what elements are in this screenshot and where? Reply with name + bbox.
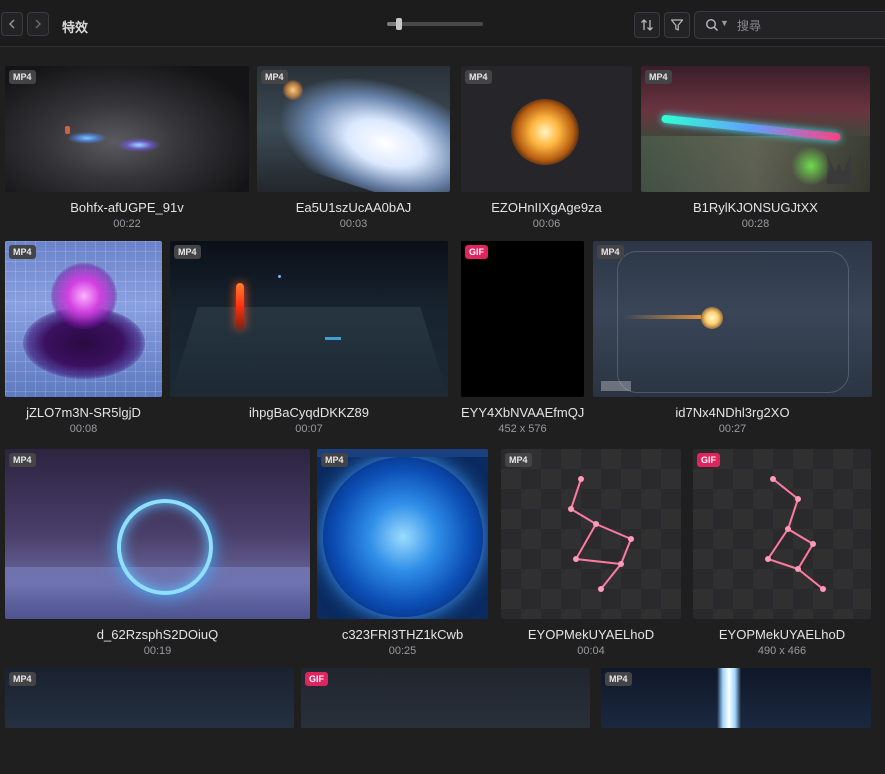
media-thumbnail[interactable] <box>317 449 488 619</box>
format-badge: MP4 <box>505 453 532 467</box>
media-filename: id7Nx4NDhl3rg2XO <box>675 405 790 420</box>
format-badge: MP4 <box>597 245 624 259</box>
search-icon <box>705 18 719 32</box>
format-badge: MP4 <box>605 672 632 686</box>
media-thumbnail[interactable] <box>641 66 870 192</box>
media-card[interactable]: MP4 id7Nx4NDhl3rg2XO 00:27 <box>593 241 872 443</box>
media-card[interactable]: GIF EYOPMekUYAELhoD 490 x 466 <box>693 449 871 665</box>
media-thumbnail[interactable] <box>257 66 450 192</box>
format-badge: MP4 <box>9 245 36 259</box>
media-filename: EZOHnIIXgAge9za <box>491 200 602 215</box>
media-thumbnail[interactable] <box>301 668 590 728</box>
media-thumbnail[interactable] <box>601 668 871 728</box>
media-card[interactable]: MP4 Ea5U1szUcAA0bAJ 00:03 <box>257 66 450 238</box>
media-duration: 00:19 <box>143 645 172 657</box>
format-badge: MP4 <box>9 453 36 467</box>
format-badge: GIF <box>465 245 488 259</box>
media-thumbnail[interactable] <box>593 241 872 397</box>
media-card[interactable]: MP4 <box>601 668 871 774</box>
media-thumbnail[interactable] <box>5 449 310 619</box>
format-badge: MP4 <box>645 70 672 84</box>
media-card[interactable]: MP4 EYOPMekUYAELhoD 00:04 <box>501 449 681 665</box>
chevron-down-icon[interactable]: ▼ <box>720 18 729 28</box>
format-badge: MP4 <box>465 70 492 84</box>
toolbar: 特效 ▼ <box>0 0 885 47</box>
chevron-left-icon <box>9 19 15 29</box>
media-duration: 00:07 <box>295 423 323 435</box>
media-thumbnail[interactable] <box>5 66 249 192</box>
media-thumbnail[interactable] <box>5 668 294 728</box>
media-card[interactable]: MP4 jZLO7m3N-SR5lgjD 00:08 <box>5 241 162 443</box>
media-thumbnail[interactable] <box>5 241 162 397</box>
media-card[interactable]: GIF EYY4XbNVAAEfmQJ 452 x 576 <box>461 241 584 443</box>
media-card[interactable]: MP4 Bohfx-afUGPE_91v 00:22 <box>5 66 249 238</box>
format-badge: GIF <box>305 672 328 686</box>
sort-icon <box>641 19 653 31</box>
media-filename: ihpgBaCyqdDKKZ89 <box>249 405 369 420</box>
filter-button[interactable] <box>664 12 690 38</box>
format-badge: MP4 <box>261 70 288 84</box>
media-thumbnail[interactable] <box>501 449 681 619</box>
media-duration: 00:22 <box>113 218 141 230</box>
media-filename: B1RylKJONSUGJtXX <box>693 200 818 215</box>
media-duration: 00:08 <box>69 423 98 435</box>
search-box[interactable]: ▼ <box>694 11 885 39</box>
forward-button[interactable] <box>27 12 49 36</box>
format-badge: MP4 <box>9 70 36 84</box>
zoom-slider-thumb[interactable] <box>396 18 403 30</box>
chevron-right-icon <box>35 19 41 29</box>
sort-button[interactable] <box>634 12 660 38</box>
media-filename: EYOPMekUYAELhoD <box>527 627 655 642</box>
media-duration: 490 x 466 <box>757 645 807 657</box>
zoom-slider[interactable] <box>387 18 483 30</box>
media-duration: 00:03 <box>339 218 368 230</box>
media-thumbnail[interactable] <box>461 66 632 192</box>
media-duration: 452 x 576 <box>498 423 547 435</box>
media-filename: Bohfx-afUGPE_91v <box>70 200 184 215</box>
media-thumbnail[interactable] <box>461 241 584 397</box>
media-card[interactable]: MP4 <box>5 668 294 774</box>
media-duration: 00:27 <box>718 423 747 435</box>
media-card[interactable]: MP4 d_62RzsphS2DOiuQ 00:19 <box>5 449 310 665</box>
media-filename: EYY4XbNVAAEfmQJ <box>461 405 585 420</box>
media-card[interactable]: GIF <box>301 668 590 774</box>
page-title: 特效 <box>62 20 89 35</box>
back-button[interactable] <box>1 12 23 36</box>
media-duration: 00:04 <box>577 645 605 657</box>
media-card[interactable]: MP4 EZOHnIIXgAge9za 00:06 <box>461 66 632 238</box>
media-filename: c323FRI3THZ1kCwb <box>341 627 464 642</box>
media-card[interactable]: MP4 ihpgBaCyqdDKKZ89 00:07 <box>170 241 448 443</box>
format-badge: MP4 <box>9 672 36 686</box>
media-duration: 00:28 <box>741 218 770 230</box>
media-filename: EYOPMekUYAELhoD <box>718 627 846 642</box>
media-card[interactable]: MP4 c323FRI3THZ1kCwb 00:25 <box>317 449 488 665</box>
media-duration: 00:06 <box>532 218 561 230</box>
media-filename: jZLO7m3N-SR5lgjD <box>26 405 141 420</box>
media-card[interactable]: MP4 B1RylKJONSUGJtXX 00:28 <box>641 66 870 238</box>
format-badge: MP4 <box>321 453 348 467</box>
media-thumbnail[interactable] <box>170 241 448 397</box>
media-filename: d_62RzsphS2DOiuQ <box>96 627 219 642</box>
media-filename: Ea5U1szUcAA0bAJ <box>295 200 412 215</box>
format-badge: MP4 <box>174 245 201 259</box>
media-thumbnail[interactable] <box>693 449 871 619</box>
media-duration: 00:25 <box>388 645 417 657</box>
search-input[interactable] <box>735 15 885 37</box>
format-badge: GIF <box>697 453 720 467</box>
filter-icon <box>670 19 684 31</box>
